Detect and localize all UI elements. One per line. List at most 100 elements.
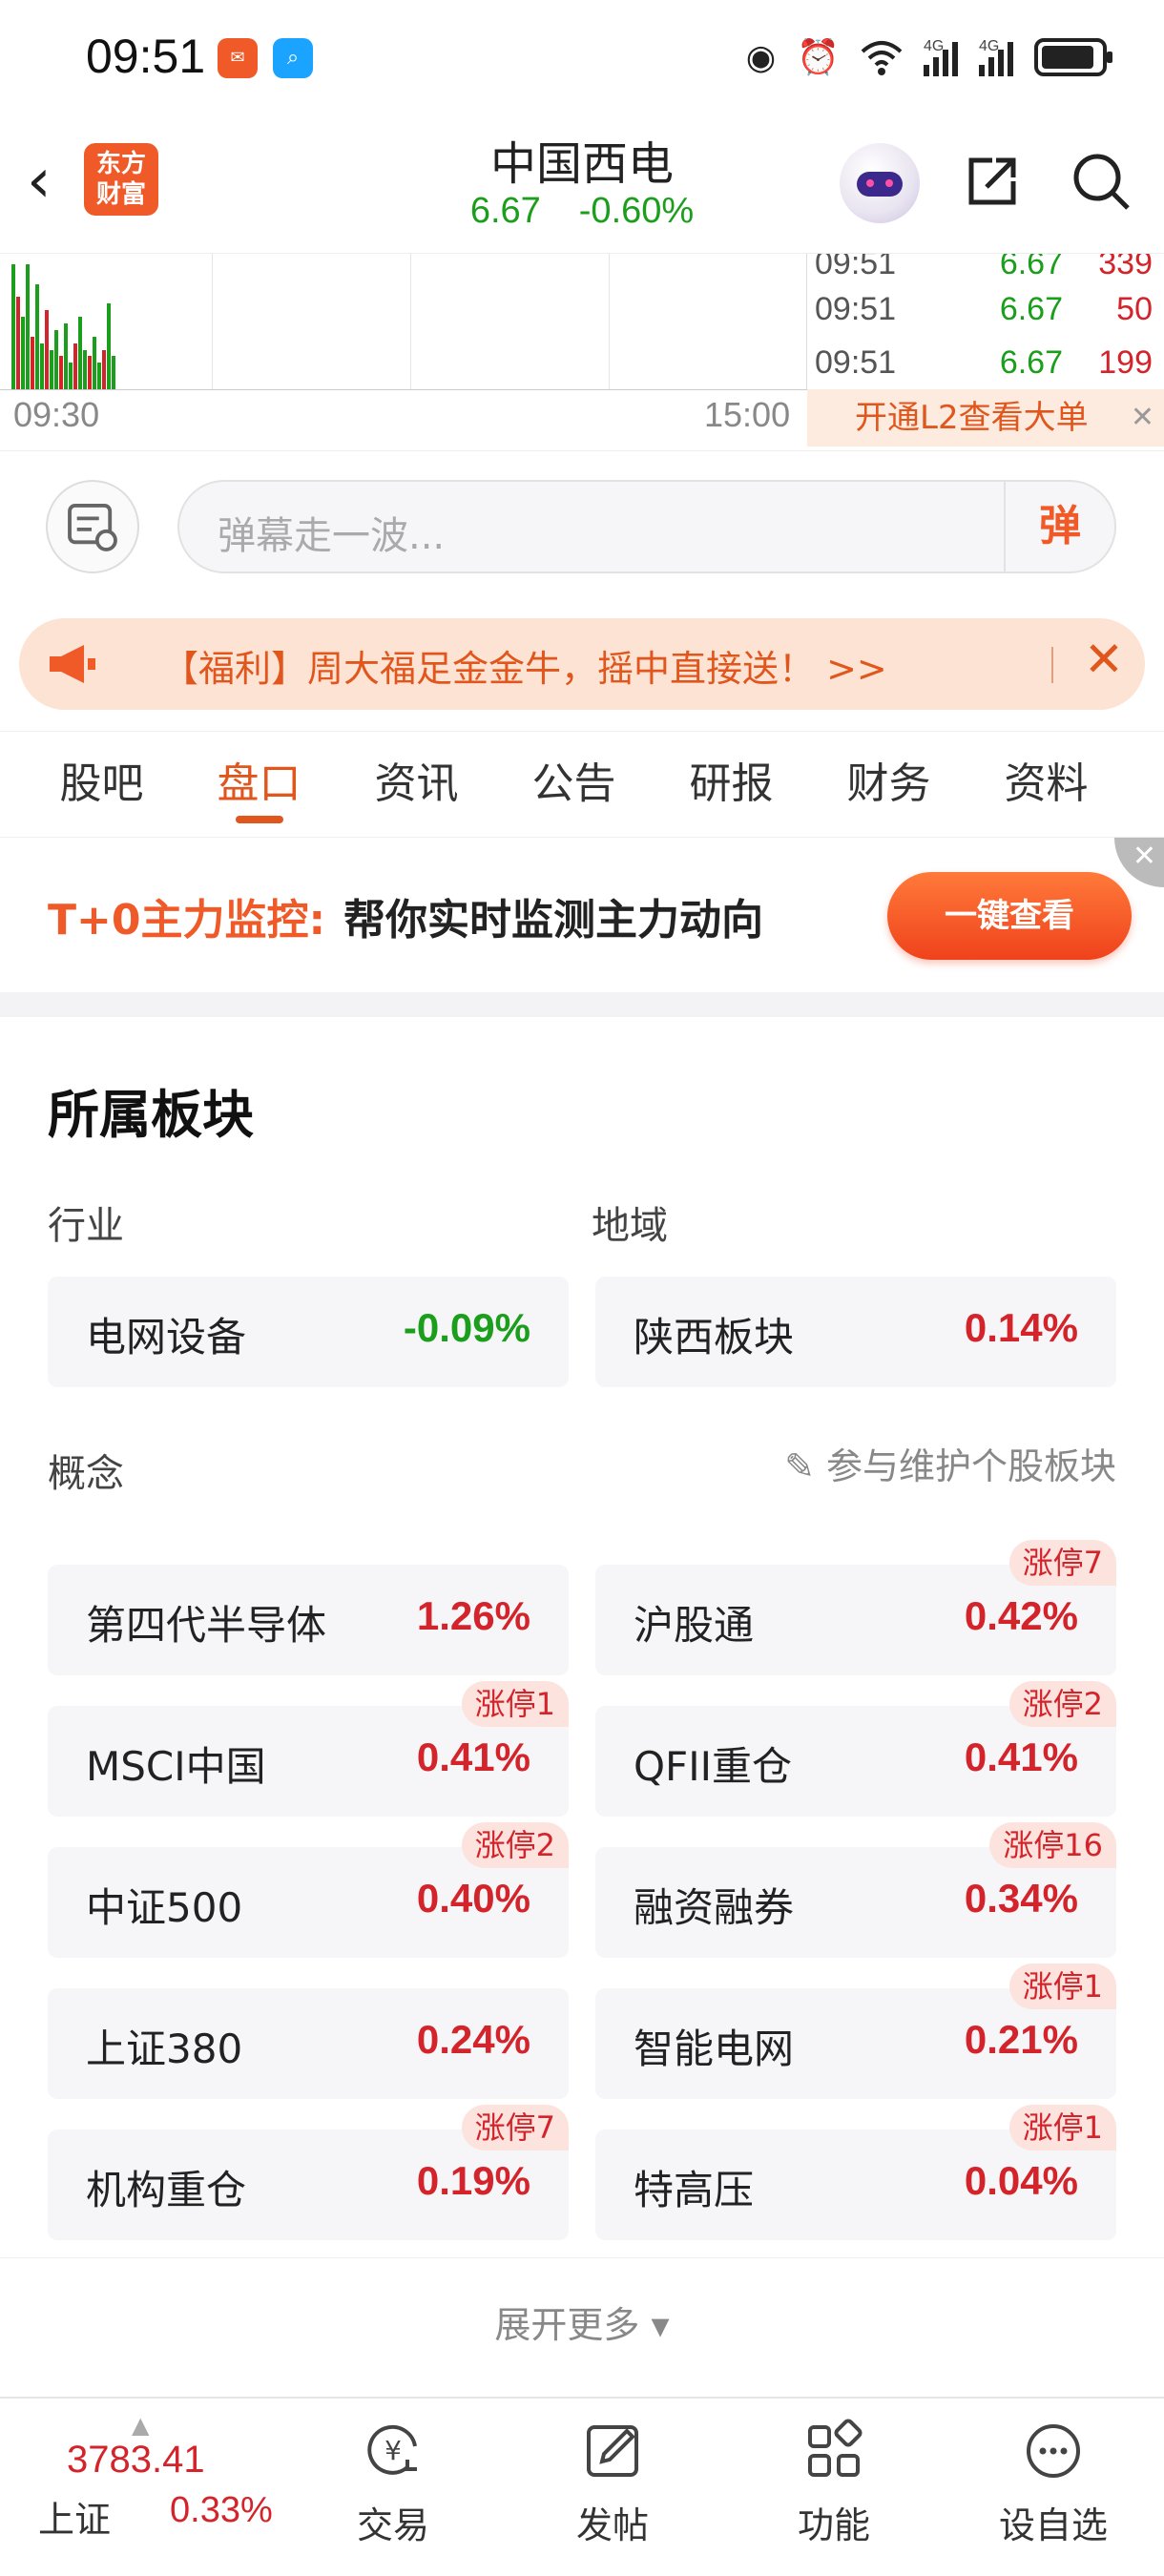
tab-item[interactable]: 盘口 <box>180 732 338 837</box>
danmu-send-button[interactable]: 弹 <box>1004 482 1114 571</box>
notification-app-icon: ✉ <box>218 38 258 78</box>
alarm-icon: ⏰ <box>797 38 840 77</box>
concept-label: 概念 <box>48 1452 124 1496</box>
volume-bar <box>35 284 39 389</box>
concept-card[interactable]: MSCI中国 0.41% 涨停1 <box>48 1681 569 1817</box>
tab-item[interactable]: 公告 <box>495 732 653 837</box>
promo-banner[interactable]: 【福利】周大福足金金牛，摇中直接送！ >> ✕ <box>19 618 1145 710</box>
concept-change: 0.42% <box>964 1593 1078 1638</box>
eye-icon: ◉ <box>745 37 777 77</box>
index-name[interactable]: 上证 <box>38 2490 111 2543</box>
volume-bar <box>88 356 92 389</box>
expand-more-button[interactable]: 展开更多 ▾ <box>0 2296 1164 2348</box>
open-l2-button[interactable]: 开通L2查看大单 ✕ <box>807 389 1164 447</box>
region-card[interactable]: 陕西板块 0.14% <box>595 1277 1116 1387</box>
banner-lead: T+0主力监控: <box>48 896 326 945</box>
index-value[interactable]: 3783.41 <box>67 2439 205 2482</box>
tick-row: 09:51 6.67 199 <box>815 343 1153 381</box>
tab-item[interactable]: 资料 <box>967 732 1125 837</box>
banner-text: 帮你实时监测主力动向 <box>343 896 763 945</box>
concept-card[interactable]: 沪股通 0.42% 涨停7 <box>595 1540 1116 1675</box>
volume-bars <box>11 254 115 389</box>
close-icon[interactable]: ✕ <box>1114 838 1164 887</box>
volume-bar <box>107 303 111 389</box>
t0-banner[interactable]: T+0主力监控: 帮你实时监测主力动向 一键查看 ✕ <box>0 838 1164 992</box>
volume-bar <box>64 323 68 389</box>
concept-change: 0.24% <box>416 2017 530 2062</box>
nav-functions[interactable]: 功能 <box>758 2418 910 2548</box>
signal-icon: 4G <box>924 38 958 76</box>
caret-up-icon: ▲ <box>132 2412 150 2439</box>
nav-trade[interactable]: ¥ 交易 <box>317 2418 469 2548</box>
tick-row: 09:51 6.67 339 <box>815 254 1153 281</box>
limit-up-badge: 涨停2 <box>1008 1681 1116 1727</box>
concept-name: 中证500 <box>86 1884 243 1931</box>
concept-change: 0.40% <box>416 1876 530 1921</box>
concept-change: 0.34% <box>964 1876 1078 1921</box>
apps-icon <box>808 2419 863 2477</box>
limit-up-badge: 涨停7 <box>461 2105 569 2150</box>
sector-section: 所属板块 行业 地域 电网设备 -0.09% 陕西板块 0.14% 概念 ✎ 参… <box>0 1017 1164 2346</box>
concept-name: 上证380 <box>86 2025 243 2072</box>
concept-change: 0.19% <box>416 2158 530 2203</box>
promo-text: 【福利】周大福足金金牛，摇中直接送！ >> <box>162 648 887 690</box>
wifi-icon <box>861 41 903 75</box>
page: 09:51 ✉ ⌕ ◉ ⏰ 4G 4G ‹ 东方 财富 中国西电 6.67 -0.… <box>0 0 1164 2576</box>
volume-bar <box>112 356 115 389</box>
more-icon <box>1027 2424 1080 2478</box>
nav-post[interactable]: 发帖 <box>536 2418 689 2548</box>
danmu-input[interactable]: 弹幕走一波... 弹 <box>177 480 1116 573</box>
concept-card[interactable]: 特高压 0.04% 涨停1 <box>595 2105 1116 2240</box>
volume-bar <box>21 317 25 389</box>
industry-card[interactable]: 电网设备 -0.09% <box>48 1277 569 1387</box>
volume-bar <box>83 350 87 389</box>
axis-end-label: 15:00 <box>704 395 791 434</box>
tab-item[interactable]: 研报 <box>653 732 810 837</box>
concept-card[interactable]: 中证500 0.40% 涨停2 <box>48 1822 569 1958</box>
tab-item[interactable]: 资讯 <box>338 732 495 837</box>
danmu-bar: 弹幕走一波... 弹 <box>0 450 1164 593</box>
volume-bar <box>93 337 96 389</box>
view-now-button[interactable]: 一键查看 <box>887 872 1132 960</box>
limit-up-badge: 涨停1 <box>1008 1963 1116 2009</box>
chart-area[interactable] <box>0 254 807 389</box>
volume-bar <box>78 317 82 389</box>
stock-change: -0.60% <box>578 191 695 231</box>
search-icon[interactable] <box>1069 149 1133 214</box>
svg-text:¥: ¥ <box>385 2435 402 2466</box>
volume-bar <box>40 343 44 389</box>
tab-item[interactable]: 财务 <box>810 732 967 837</box>
intraday-chart[interactable]: 09:30 15:00 09:51 6.67 339 09:51 6.67 50 09:… <box>0 253 1164 448</box>
concept-name: 融资融券 <box>634 1884 795 1931</box>
concept-card[interactable]: QFII重仓 0.41% 涨停2 <box>595 1681 1116 1817</box>
concept-card[interactable]: 融资融券 0.34% 涨停16 <box>595 1822 1116 1958</box>
stock-header: ‹ 东方 财富 中国西电 6.67 -0.60% <box>0 114 1164 253</box>
concept-name: QFII重仓 <box>634 1743 792 1790</box>
concept-name: MSCI中国 <box>86 1743 266 1790</box>
ai-assistant-avatar[interactable] <box>840 143 920 223</box>
concept-card[interactable]: 机构重仓 0.19% 涨停7 <box>48 2105 569 2240</box>
volume-bar <box>69 363 73 389</box>
volume-bar <box>31 337 34 389</box>
maintain-sectors-link[interactable]: ✎ 参与维护个股板块 <box>784 1437 1116 1489</box>
tab-item[interactable]: 股吧 <box>23 732 180 837</box>
volume-bar <box>45 310 49 389</box>
close-icon[interactable]: ✕ <box>1131 389 1154 447</box>
close-icon[interactable]: ✕ <box>1084 632 1124 687</box>
danmu-settings-icon[interactable] <box>46 480 139 573</box>
volume-bar <box>102 350 106 389</box>
concept-change: 0.04% <box>964 2158 1078 2203</box>
nav-add-watchlist[interactable]: 设自选 <box>977 2418 1130 2548</box>
trade-icon: ¥ <box>367 2424 417 2475</box>
concept-card[interactable]: 第四代半导体 1.26% <box>48 1565 569 1675</box>
index-change: 0.33% <box>170 2490 273 2530</box>
section-title: 所属板块 <box>48 1085 254 1145</box>
concept-card[interactable]: 智能电网 0.21% 涨停1 <box>595 1963 1116 2099</box>
concept-card[interactable]: 上证380 0.24% <box>48 1988 569 2099</box>
concept-change: 0.41% <box>416 1735 530 1779</box>
volume-bar <box>16 297 20 389</box>
concept-change: 1.26% <box>416 1593 530 1638</box>
limit-up-badge: 涨停2 <box>461 1822 569 1868</box>
edit-icon: ✎ <box>784 1445 826 1487</box>
share-icon[interactable] <box>964 153 1021 210</box>
